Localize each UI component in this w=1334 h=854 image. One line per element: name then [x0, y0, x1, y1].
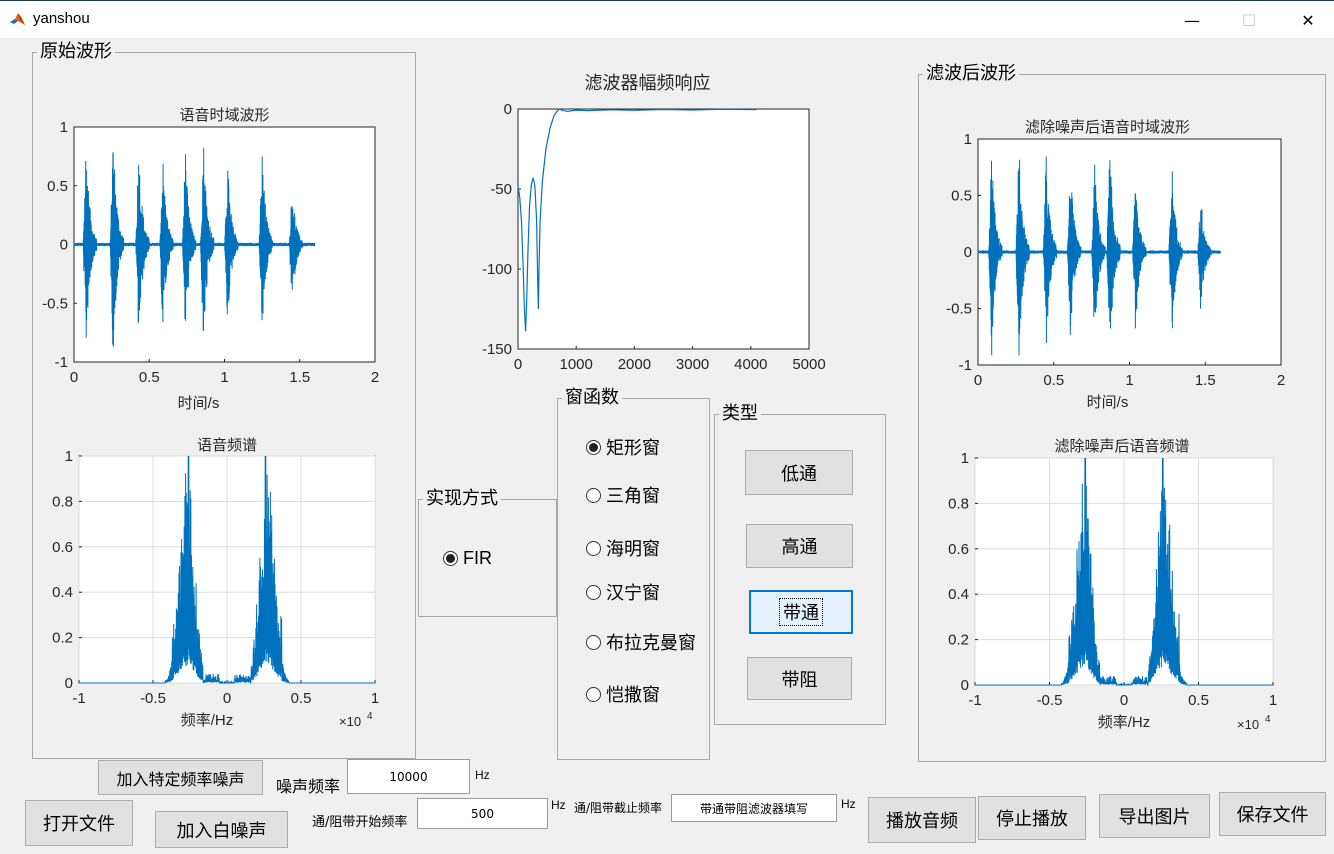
radio-label: 恺撒窗	[606, 685, 660, 706]
radio-label: 布拉克曼窗	[606, 633, 696, 654]
stop-playback-button[interactable]: 停止播放	[978, 796, 1086, 840]
filt_resp-xtick-label: 4000	[734, 356, 767, 373]
filt_resp-axes-box	[517, 108, 810, 350]
noise-freq-label: 噪声频率	[276, 777, 341, 796]
original-waveform-panel: 原始波形	[32, 41, 416, 759]
pass-start-label: 通/阻带开始频率	[312, 815, 408, 830]
pass-end-unit: Hz	[841, 797, 856, 811]
original-panel-title: 原始波形	[37, 41, 115, 63]
radio-fir-label: FIR	[463, 548, 492, 568]
type-panel-title: 类型	[719, 403, 761, 425]
radio-kaiser-window[interactable]: 恺撒窗	[586, 681, 660, 707]
filt_resp-xtick-label: 1000	[560, 356, 593, 373]
highpass-label: 高通	[781, 537, 818, 558]
filt_resp-ytick-label: -150	[482, 341, 512, 358]
noise-freq-input[interactable]: 10000	[347, 759, 470, 794]
maximize-button[interactable]: ☐	[1234, 7, 1264, 33]
pass-end-input[interactable]: 带通带阻滤波器填写	[671, 794, 837, 822]
radio-dot	[586, 439, 601, 455]
radio-hamming-window[interactable]: 海明窗	[586, 535, 660, 561]
bandstop-label: 带阻	[781, 669, 818, 691]
minimize-button[interactable]: —	[1177, 7, 1207, 33]
method-panel-title: 实现方式	[423, 488, 501, 510]
window-title: yanshou	[33, 10, 90, 27]
radio-triangular-window[interactable]: 三角窗	[586, 482, 660, 508]
add-specific-noise-button[interactable]: 加入特定频率噪声	[98, 760, 263, 795]
filt_resp-xtick-label: 3000	[676, 356, 709, 373]
radio-dot	[586, 540, 601, 556]
radio-dot	[586, 487, 601, 503]
lowpass-label: 低通	[781, 463, 817, 485]
highpass-button[interactable]: 高通	[746, 524, 853, 568]
filt_resp-response-line	[517, 108, 757, 332]
export-image-button[interactable]: 导出图片	[1099, 794, 1210, 838]
open-file-button[interactable]: 打开文件	[25, 800, 133, 846]
filtered-waveform-panel: 滤波后波形	[918, 63, 1326, 762]
radio-fir[interactable]: FIR	[443, 548, 492, 569]
filt_resp-ytick-label: 0	[504, 101, 512, 118]
radio-label: 矩形窗	[606, 438, 660, 459]
matlab-icon	[9, 11, 26, 28]
radio-fir-dot	[443, 551, 458, 566]
close-button[interactable]: ✕	[1293, 7, 1323, 33]
play-audio-button[interactable]: 播放音频	[868, 797, 976, 843]
bandpass-label: 带通	[779, 598, 823, 626]
filtered-panel-title: 滤波后波形	[923, 63, 1019, 85]
bandstop-button[interactable]: 带阻	[747, 657, 852, 700]
save-file-button[interactable]: 保存文件	[1219, 792, 1326, 836]
filt_resp-xtick-label: 0	[514, 356, 522, 373]
add-white-noise-button[interactable]: 加入白噪声	[155, 811, 288, 848]
pass-start-input[interactable]: 500	[417, 798, 548, 829]
lowpass-button[interactable]: 低通	[745, 450, 853, 495]
bandpass-button[interactable]: 带通	[749, 590, 853, 634]
pass-start-unit: Hz	[551, 798, 566, 812]
radio-dot	[586, 584, 601, 600]
pass-end-label: 通/阻带截止频率	[574, 801, 663, 815]
radio-hanning-window[interactable]: 汉宁窗	[586, 579, 660, 605]
radio-label: 汉宁窗	[606, 583, 660, 604]
filt_resp-ytick-label: -100	[482, 261, 512, 278]
filt_resp-xtick-label: 5000	[792, 356, 825, 373]
radio-blackman-window[interactable]: 布拉克曼窗	[586, 629, 696, 655]
window-panel-title: 窗函数	[562, 387, 622, 409]
radio-label: 三角窗	[606, 486, 660, 507]
filt_resp-xtick-label: 2000	[618, 356, 651, 373]
radio-dot	[586, 634, 601, 650]
radio-rect-window[interactable]: 矩形窗	[586, 434, 660, 460]
noise-freq-unit: Hz	[475, 768, 490, 782]
window-titlebar: yanshou — ☐ ✕	[0, 0, 1334, 38]
filt_resp-ytick-label: -50	[490, 181, 512, 198]
radio-label: 海明窗	[606, 539, 660, 560]
filter-response-title: 滤波器幅频响应	[585, 73, 711, 93]
radio-dot	[586, 686, 601, 702]
